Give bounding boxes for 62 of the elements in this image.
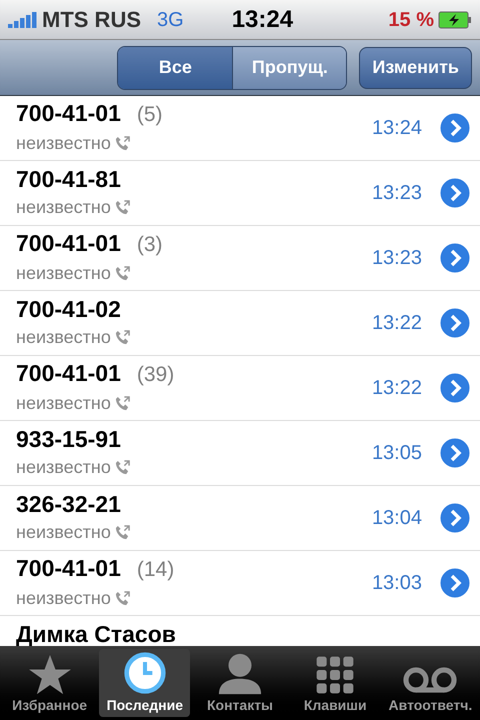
phone-icon <box>114 136 130 152</box>
caller-label: неизвестно <box>16 587 111 610</box>
call-time: 13:22 <box>372 376 422 401</box>
signal-icon <box>8 12 38 28</box>
caller-label: неизвестно <box>16 196 111 219</box>
call-count: (14) <box>136 556 174 583</box>
call-time: 13:23 <box>372 246 422 271</box>
phone-icon <box>114 330 130 345</box>
caller-number: 700-41-01 <box>16 228 121 258</box>
phone-icon <box>114 460 130 475</box>
call-time: 13:22 <box>372 311 422 336</box>
call-time: 13:24 <box>372 116 422 141</box>
call-time: 13:04 <box>372 506 422 531</box>
detail-disclosure-icon[interactable] <box>438 501 472 535</box>
caller-number: 933-15-91 <box>16 425 121 454</box>
caller-number: 700-41-01 <box>16 358 121 388</box>
call-time: 13:03 <box>372 571 422 596</box>
detail-disclosure-icon[interactable] <box>438 176 472 210</box>
person-icon <box>217 651 263 695</box>
detail-disclosure-icon[interactable] <box>438 241 472 275</box>
battery-icon <box>438 10 472 28</box>
carrier-name: MTS RUS <box>42 6 141 34</box>
caller-label: неизвестно <box>16 262 111 286</box>
caller-number: 700-41-02 <box>16 295 121 324</box>
keypad-icon <box>315 655 356 695</box>
clock-icon <box>122 651 167 695</box>
caller-label: неизвестно <box>16 456 111 479</box>
call-time: 13:05 <box>372 441 422 466</box>
caller-number: 700-41-01 <box>16 98 121 128</box>
caller-label: неизвестно <box>16 326 111 349</box>
network-type: 3G <box>157 8 184 32</box>
edit-button[interactable]: Изменить <box>359 46 472 88</box>
phone-icon <box>114 266 130 282</box>
tab-bar-item[interactable]: Избранное <box>4 649 96 717</box>
battery-percent: 15 % <box>388 8 434 32</box>
detail-disclosure-icon[interactable] <box>438 566 472 600</box>
phone-icon <box>114 396 130 412</box>
tab-bar-item[interactable]: Клавиши <box>290 649 381 717</box>
phone-icon <box>114 524 130 540</box>
segment-tab[interactable]: Все <box>118 46 232 88</box>
phone-icon <box>114 200 130 215</box>
clock-time: 13:24 <box>232 4 294 34</box>
detail-disclosure-icon[interactable] <box>438 111 472 145</box>
detail-disclosure-icon[interactable] <box>438 371 472 405</box>
caller-label: неизвестно <box>16 132 111 156</box>
caller-label: неизвестно <box>16 520 111 544</box>
detail-disclosure-icon[interactable] <box>438 306 472 340</box>
detail-disclosure-icon[interactable] <box>438 436 472 470</box>
caller-number: 700-41-81 <box>16 165 121 194</box>
tab-bar-item[interactable]: Последние <box>99 649 190 717</box>
call-time: 13:23 <box>372 181 422 206</box>
voicemail-icon <box>402 665 458 695</box>
call-count: (5) <box>136 102 163 128</box>
star-icon <box>28 655 72 695</box>
tab-bar-item[interactable]: Контакты <box>194 649 286 717</box>
caller-label: неизвестно <box>16 392 111 416</box>
tab-bar-item[interactable]: Автоответч. <box>384 649 476 717</box>
phone-icon <box>114 591 130 606</box>
call-count: (39) <box>136 362 174 388</box>
caller-number: 326-32-21 <box>16 490 121 519</box>
call-count: (3) <box>136 232 163 258</box>
caller-number: 700-41-01 <box>16 554 121 582</box>
